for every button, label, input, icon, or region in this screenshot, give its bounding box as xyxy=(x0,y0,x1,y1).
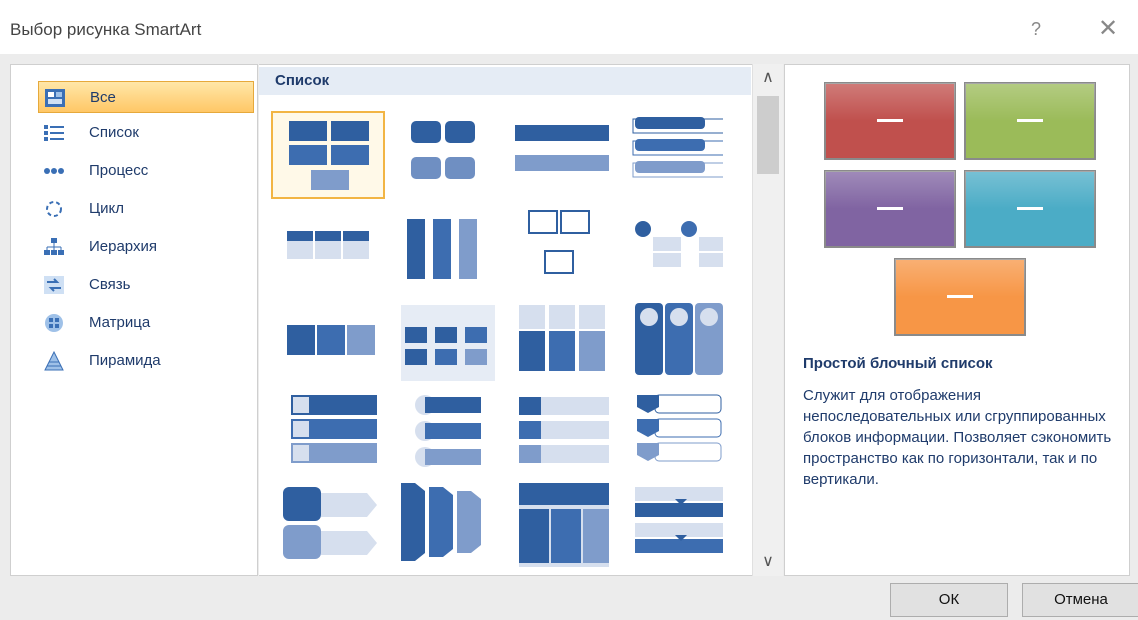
category-label: Процесс xyxy=(89,162,149,179)
layout-thumbnail[interactable] xyxy=(385,483,499,571)
layout-thumbnail-art xyxy=(637,394,722,462)
scroll-up-icon[interactable]: ∧ xyxy=(753,66,783,90)
window-title: Выбор рисунка SmartArt xyxy=(10,20,202,39)
scroll-down-icon[interactable]: ∨ xyxy=(753,550,783,574)
preview-title: Простой блочный список xyxy=(803,355,993,372)
category-list: Все Список Процесс Цикл Иерархия Связь М… xyxy=(10,64,258,576)
category-matrix[interactable]: Матрица xyxy=(38,307,254,339)
layout-thumbnail-art xyxy=(635,221,723,267)
help-button[interactable]: ? xyxy=(1018,14,1054,44)
layout-thumbnail-art xyxy=(519,397,609,463)
layout-thumbnail-art xyxy=(415,395,481,467)
preview-block xyxy=(824,82,956,160)
pyramid-icon xyxy=(44,351,64,371)
layout-thumbnail[interactable] xyxy=(385,391,499,479)
basic-block-list-thumbnail xyxy=(289,121,369,190)
scroll-thumb[interactable] xyxy=(757,96,779,174)
gallery-section-header: Список xyxy=(259,67,751,95)
layout-thumbnail[interactable] xyxy=(271,205,385,293)
layout-thumbnail-art xyxy=(283,487,377,559)
relationship-icon xyxy=(44,276,64,294)
layout-thumbnail[interactable] xyxy=(613,483,727,571)
layout-thumbnail[interactable] xyxy=(499,391,613,479)
category-label: Матрица xyxy=(89,314,151,331)
preview-block xyxy=(894,258,1026,336)
close-button[interactable]: ✕ xyxy=(1090,14,1126,44)
category-list-item[interactable]: Список xyxy=(38,117,254,149)
layout-thumbnail-art xyxy=(291,395,377,463)
layout-thumbnail[interactable] xyxy=(385,111,499,199)
preview-block xyxy=(964,170,1096,248)
layout-thumbnail[interactable] xyxy=(499,483,613,571)
category-pyramid[interactable]: Пирамида xyxy=(38,345,254,377)
layout-thumbnail-art xyxy=(411,121,475,179)
layout-thumbnail[interactable] xyxy=(613,205,727,293)
category-label: Список xyxy=(89,124,139,141)
layout-thumbnail-art xyxy=(401,305,495,381)
category-label: Связь xyxy=(89,276,131,293)
cycle-icon xyxy=(46,201,62,217)
layout-thumbnail[interactable] xyxy=(271,483,385,571)
layout-thumbnail[interactable] xyxy=(271,299,385,387)
all-icon xyxy=(45,89,65,107)
preview-description: Служит для отображения непоследовательны… xyxy=(803,387,1112,488)
hierarchy-icon xyxy=(44,238,64,255)
layout-thumbnail-art xyxy=(401,483,481,561)
layout-thumbnail[interactable] xyxy=(613,111,727,199)
category-all[interactable]: Все xyxy=(38,81,254,113)
preview-block xyxy=(964,82,1096,160)
list-icon xyxy=(44,125,64,141)
layout-thumbnail[interactable] xyxy=(613,391,727,479)
title-bar: Выбор рисунка SmartArt ? ✕ xyxy=(0,0,1138,54)
gallery-scrollbar[interactable]: ∧ ∨ xyxy=(752,64,783,576)
category-label: Иерархия xyxy=(89,238,157,255)
layout-thumbnail[interactable] xyxy=(499,111,613,199)
process-icon xyxy=(44,168,64,174)
layout-thumbnail-art xyxy=(635,303,723,375)
layout-thumbnail-art xyxy=(635,487,723,553)
preview-panel: Простой блочный список Служит для отобра… xyxy=(784,64,1130,576)
layout-thumbnail[interactable] xyxy=(499,205,613,293)
layout-thumbnail-art xyxy=(515,125,609,171)
layout-thumbnail[interactable] xyxy=(385,205,499,293)
layout-thumbnail-art xyxy=(407,219,477,279)
layout-thumbnail-art xyxy=(519,305,605,371)
category-process[interactable]: Процесс xyxy=(38,155,254,187)
layout-thumbnail[interactable] xyxy=(385,299,499,387)
category-label: Цикл xyxy=(89,200,124,217)
layout-thumbnail-art xyxy=(519,483,609,567)
layout-thumbnail-art xyxy=(287,231,369,259)
preview-diagram xyxy=(824,82,1096,336)
layout-thumbnail[interactable] xyxy=(271,391,385,479)
cancel-button[interactable]: Отмена xyxy=(1022,583,1138,617)
layout-thumbnail-art xyxy=(528,210,590,274)
preview-block xyxy=(824,170,956,248)
layout-thumbnail[interactable] xyxy=(499,299,613,387)
layout-thumbnail-art xyxy=(287,325,375,355)
category-label: Все xyxy=(90,89,116,106)
category-cycle[interactable]: Цикл xyxy=(38,193,254,225)
category-label: Пирамида xyxy=(89,352,161,369)
category-hierarchy[interactable]: Иерархия xyxy=(38,231,254,263)
ok-button[interactable]: ОК xyxy=(890,583,1008,617)
layout-thumbnail-art xyxy=(632,117,723,178)
gallery-section-title: Список xyxy=(275,72,330,89)
layout-thumbnail[interactable] xyxy=(613,299,727,387)
layout-gallery: Список xyxy=(259,64,783,576)
layout-thumbnail-basic-block-list[interactable] xyxy=(271,111,385,199)
category-relationship[interactable]: Связь xyxy=(38,269,254,301)
matrix-icon xyxy=(45,314,63,332)
